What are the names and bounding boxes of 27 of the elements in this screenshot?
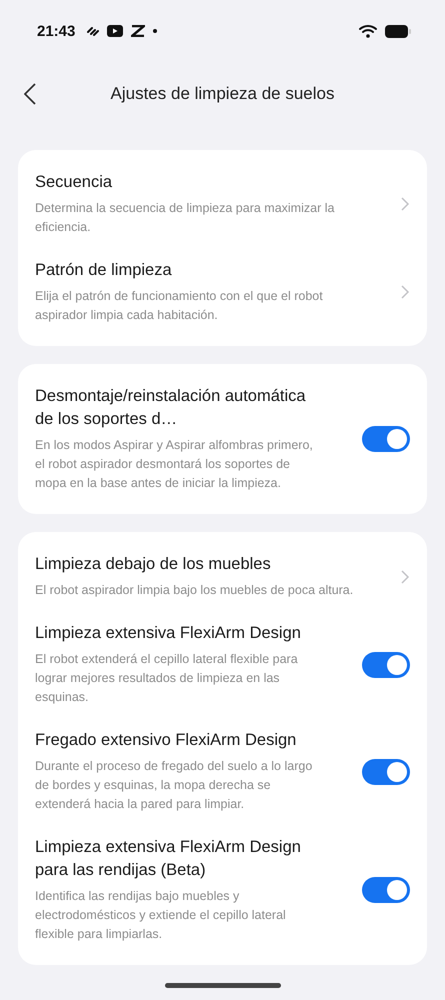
setting-title: Limpieza extensiva FlexiArm Design para las rendijas (Beta) — [35, 837, 302, 881]
notification-icon — [87, 26, 100, 36]
battery-icon — [385, 24, 411, 38]
back-icon[interactable] — [24, 83, 36, 105]
toggle-switch[interactable] — [362, 877, 410, 903]
setting-title: Patrón de limpieza — [35, 260, 173, 281]
toggle-switch[interactable] — [362, 652, 410, 678]
setting-description: En los modos Aspirar y Aspirar alfombras primero, el robot aspirador desmontará los soportes de mopa en la base antes de iniciar la limpieza. — [35, 437, 314, 492]
page-title: Ajustes de limpieza de suelos — [110, 84, 334, 104]
setting-description: El robot aspirador limpia bajo los muebles de poca altura. — [35, 582, 354, 599]
status-time: 21:43 — [37, 22, 76, 40]
toggle-switch[interactable] — [362, 426, 410, 452]
setting-description: Determina la secuencia de limpieza para maximizar la eficiencia. — [35, 200, 336, 236]
setting-description: Identifica las rendijas bajo muebles y electrodomésticos y extiende el cepillo lateral flexible para limpiarlas. — [35, 888, 287, 943]
app-icon — [131, 25, 146, 37]
toggle-switch[interactable] — [362, 758, 410, 784]
setting-title: Fregado extensivo FlexiArm Design — [35, 730, 298, 751]
setting-title: Limpieza extensiva FlexiArm Design — [35, 623, 302, 644]
wifi-icon — [359, 24, 377, 38]
setting-title: Desmontaje/reinstalación automática de los soportes d… — [35, 386, 307, 430]
setting-title: Secuencia — [35, 172, 114, 193]
setting-description: El robot extenderá el cepillo lateral flexible para lograr mejores resultados de limpieza en las esquinas. — [35, 651, 299, 706]
setting-title: Limpieza debajo de los muebles — [35, 554, 272, 575]
dot-icon — [153, 29, 158, 33]
setting-description: Durante el proceso de fregado del suelo a lo largo de bordes y esquinas, la mopa derecha se extenderá hacia la pared para limpiar. — [35, 758, 314, 813]
setting-description: Elija el patrón de funcionamiento con el que el robot aspirador limpia cada habitación. — [35, 288, 324, 324]
play-icon — [107, 25, 124, 37]
